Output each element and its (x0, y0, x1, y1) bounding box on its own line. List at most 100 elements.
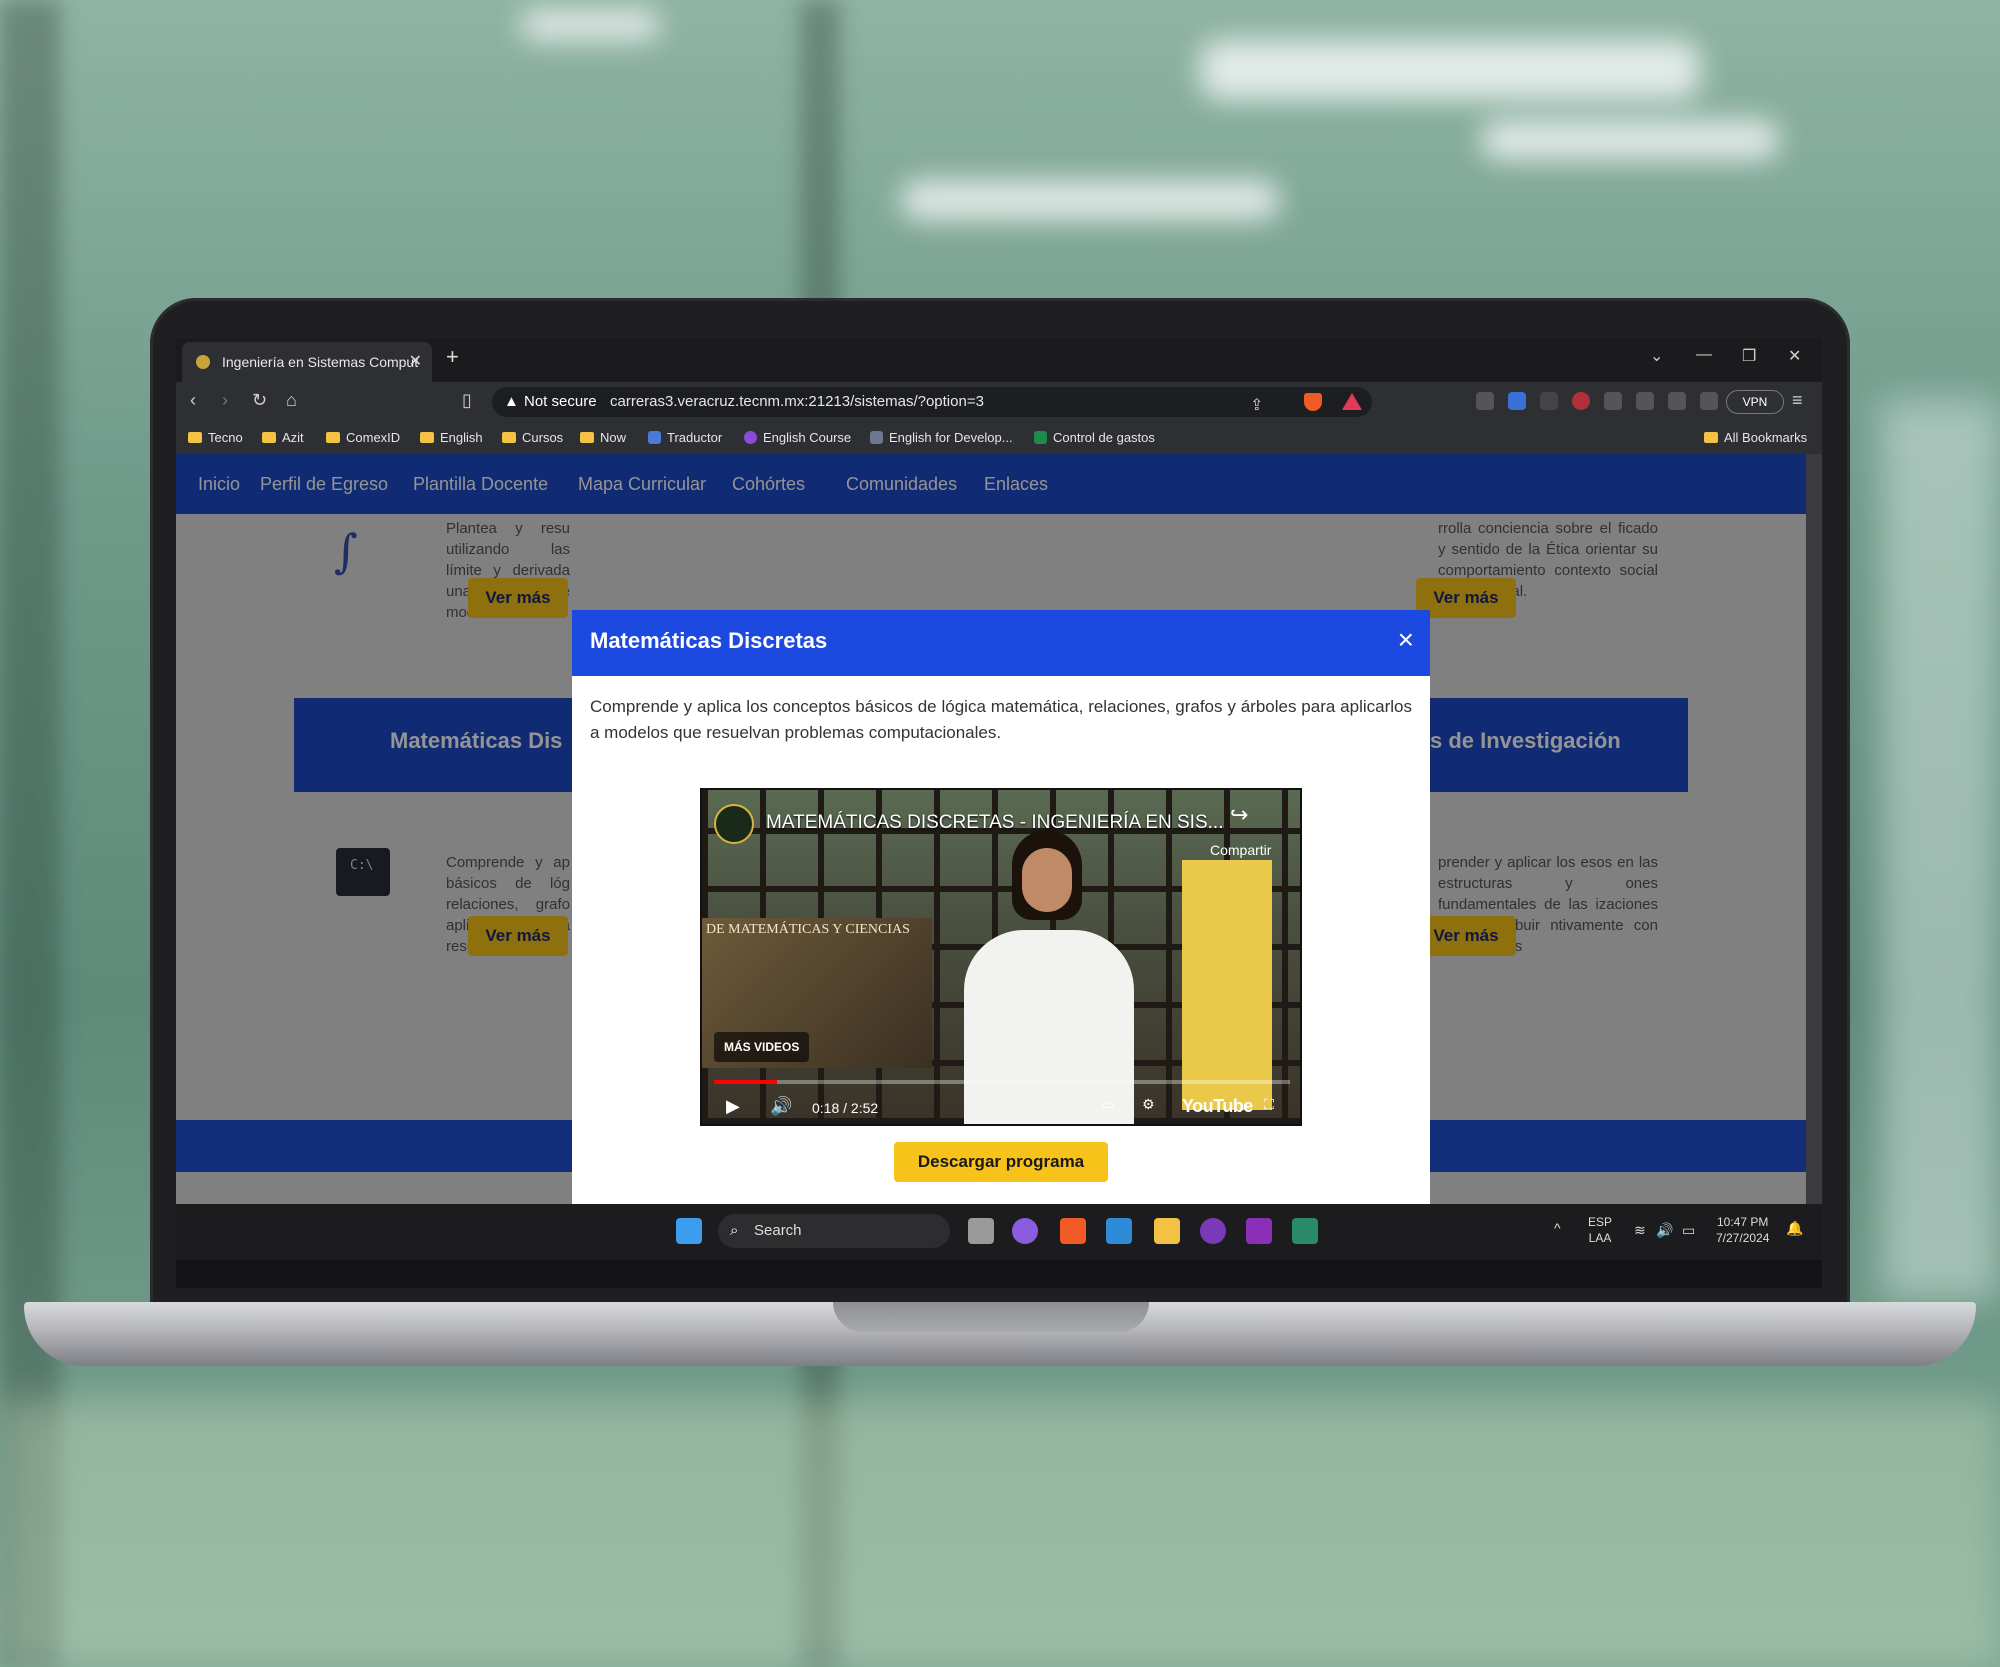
folder-icon (188, 432, 202, 443)
youtube-logo[interactable]: YouTube (1182, 1096, 1253, 1117)
address-bar[interactable]: ▲ Not secure carreras3.veracruz.tecnm.mx… (492, 387, 1372, 417)
restore-icon[interactable]: ❐ (1742, 346, 1756, 366)
extension-ci-icon[interactable] (1476, 392, 1494, 410)
github-desktop-icon[interactable] (1200, 1218, 1226, 1244)
close-tab-icon[interactable]: ✕ (409, 342, 422, 382)
folder-icon (1704, 432, 1718, 443)
puzzle-extensions-icon[interactable] (1604, 392, 1622, 410)
search-icon: ⌕ (730, 1222, 739, 1239)
folder-icon (420, 432, 434, 443)
translate-extension-icon[interactable] (1508, 392, 1526, 410)
copilot-icon[interactable] (1012, 1218, 1038, 1244)
more-videos-button[interactable]: MÁS VIDEOS (714, 1032, 810, 1062)
back-icon[interactable]: ‹ (190, 390, 196, 411)
brave-shield-icon[interactable] (1304, 393, 1322, 411)
notifications-icon[interactable]: 🔔 (1786, 1220, 1803, 1236)
bookmark-item[interactable]: Now (580, 430, 626, 445)
volume-icon[interactable]: 🔊 (770, 1096, 792, 1117)
clock[interactable]: 10:47 PM 7/27/2024 (1716, 1214, 1769, 1246)
page-scrollbar[interactable] (1806, 454, 1822, 1204)
onenote-icon[interactable] (1246, 1218, 1272, 1244)
video-progress-fill (714, 1080, 778, 1084)
course-icon (744, 431, 757, 444)
translate-icon (648, 431, 661, 444)
video-progress-bar[interactable] (714, 1080, 1290, 1084)
close-icon[interactable]: × (1398, 624, 1414, 656)
bookmark-item[interactable]: Tecno (188, 430, 243, 445)
modal-header: Matemáticas Discretas × (572, 610, 1430, 676)
input-language[interactable]: ESP LAA (1588, 1214, 1612, 1246)
share-icon[interactable]: ↪ (1230, 802, 1248, 828)
bookmark-item[interactable]: English (420, 430, 483, 445)
download-program-button[interactable]: Descargar programa (894, 1142, 1108, 1182)
modal-title: Matemáticas Discretas (590, 628, 828, 653)
wallet-icon[interactable] (1700, 392, 1718, 410)
security-label[interactable]: Not secure (524, 387, 597, 417)
share-label[interactable]: Compartir (1210, 842, 1271, 858)
folder-icon (326, 432, 340, 443)
taskbar-search[interactable]: ⌕ Search (718, 1214, 950, 1248)
warning-icon: ▲ (504, 393, 519, 410)
video-time: 0:18 / 2:52 (812, 1100, 879, 1116)
modal-description: Comprende y aplica los conceptos básicos… (590, 697, 1412, 742)
video-player[interactable]: DE MATEMÁTICAS Y CIENCIAS MATEMÁTICAS DI… (700, 788, 1302, 1126)
vscode-icon[interactable] (1106, 1218, 1132, 1244)
home-icon[interactable]: ⌂ (286, 390, 297, 411)
brave-browser-icon[interactable] (1060, 1218, 1086, 1244)
web-page: Inicio Perfil de Egreso Plantilla Docent… (176, 454, 1806, 1204)
bookmark-icon[interactable]: ▯ (462, 390, 472, 411)
new-tab-button[interactable]: + (446, 344, 459, 370)
volume-icon[interactable]: 🔊 (1656, 1222, 1673, 1238)
vpn-button[interactable]: VPN (1726, 390, 1784, 414)
folder-icon (502, 432, 516, 443)
extension-icon[interactable] (1540, 392, 1558, 410)
spreadsheet-icon (1034, 431, 1047, 444)
folder-icon (262, 432, 276, 443)
all-bookmarks[interactable]: All Bookmarks (1704, 430, 1807, 445)
play-icon[interactable]: ▶ (726, 1096, 740, 1117)
site-favicon-icon (196, 355, 210, 369)
tab-bar: Ingeniería en Sistemas Comput ✕ + ⌄ — ❐ … (176, 338, 1822, 382)
tray-chevron-icon[interactable]: ^ (1554, 1220, 1561, 1236)
battery-icon[interactable]: ▭ (1682, 1222, 1695, 1238)
fullscreen-icon[interactable]: ⛶ (1264, 1096, 1274, 1113)
bookmark-item[interactable]: Control de gastos (1034, 430, 1155, 445)
sidebar-icon[interactable] (1668, 392, 1686, 410)
search-placeholder: Search (754, 1222, 802, 1239)
windows-taskbar: ⌕ Search ^ ESP LAA ≋ 🔊 ▭ 10:47 PM 7/27/202… (176, 1204, 1822, 1260)
file-explorer-icon[interactable] (1154, 1218, 1180, 1244)
captions-icon[interactable]: ▭ (1102, 1096, 1115, 1113)
share-icon[interactable]: ⇪ (1250, 391, 1263, 421)
forward-icon[interactable]: › (222, 390, 228, 411)
menu-icon[interactable]: ≡ (1792, 390, 1803, 411)
blocker-extension-icon[interactable] (1572, 392, 1590, 410)
windows-start-icon[interactable] (676, 1218, 702, 1244)
bookmarks-bar: Tecno Azit ComexID English Cursos Now Tr… (176, 422, 1822, 454)
tab-search-chevron-icon[interactable]: ⌄ (1650, 346, 1663, 366)
reload-icon[interactable]: ↻ (252, 390, 267, 411)
bookmark-item[interactable]: Cursos (502, 430, 563, 445)
bookmark-item[interactable]: Azit (262, 430, 304, 445)
close-window-icon[interactable]: ✕ (1788, 346, 1801, 366)
wifi-icon[interactable]: ≋ (1634, 1222, 1646, 1238)
video-title[interactable]: MATEMÁTICAS DISCRETAS - INGENIERÍA EN SI… (766, 812, 1223, 834)
brave-rewards-icon[interactable] (1342, 393, 1362, 410)
media-icon[interactable] (1636, 392, 1654, 410)
url-text[interactable]: carreras3.veracruz.tecnm.mx:21213/sistem… (610, 387, 984, 417)
datagrip-icon[interactable] (1292, 1218, 1318, 1244)
laptop-notch (833, 1302, 1149, 1332)
bookmark-item[interactable]: English for Develop... (870, 430, 1013, 445)
browser-toolbar: ‹ › ↻ ⌂ ▯ ▲ Not secure carreras3.veracru… (176, 382, 1822, 422)
settings-gear-icon[interactable]: ⚙ (1142, 1096, 1155, 1113)
browser-tab[interactable]: Ingeniería en Sistemas Comput ✕ (182, 342, 432, 382)
course-modal: Matemáticas Discretas × Comprende y apli… (572, 610, 1430, 1204)
channel-avatar[interactable] (714, 804, 754, 844)
bookmark-item[interactable]: English Course (744, 430, 851, 445)
bookmark-item[interactable]: Traductor (648, 430, 722, 445)
minimize-icon[interactable]: — (1696, 346, 1712, 364)
video-poster (1182, 860, 1272, 1110)
tab-title: Ingeniería en Sistemas Comput (222, 354, 419, 370)
bookmark-item[interactable]: ComexID (326, 430, 400, 445)
folder-icon (580, 432, 594, 443)
task-view-icon[interactable] (968, 1218, 994, 1244)
